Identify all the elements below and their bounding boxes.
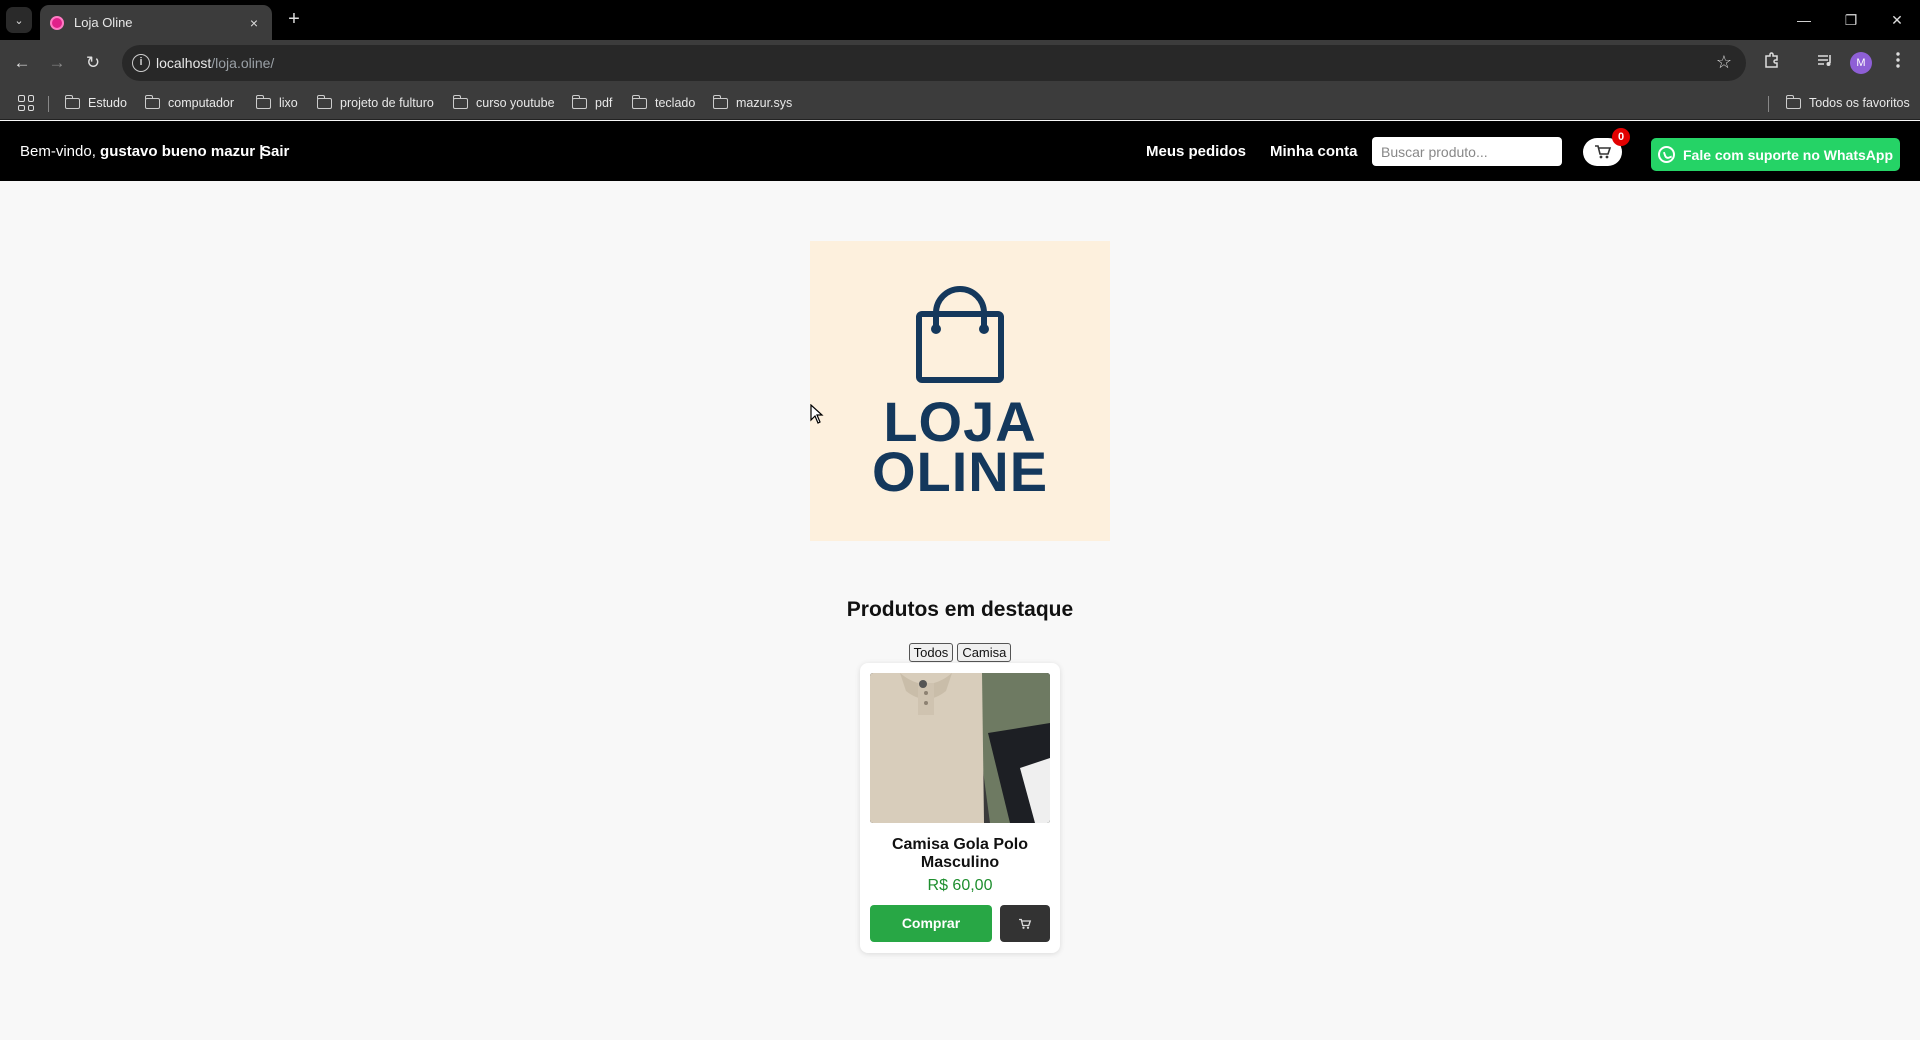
profile-avatar[interactable]: M xyxy=(1850,52,1872,74)
bookmark-folder[interactable]: Estudo xyxy=(64,94,127,112)
browser-tab[interactable]: Loja Oline × xyxy=(40,5,272,40)
tab-title: Loja Oline xyxy=(74,15,133,30)
folder-icon xyxy=(571,94,587,109)
all-bookmarks[interactable]: Todos os favoritos xyxy=(1785,94,1910,112)
store-logo: LOJA OLINE xyxy=(810,241,1110,541)
bookmark-folder[interactable]: pdf xyxy=(571,94,613,112)
close-icon[interactable]: × xyxy=(246,15,262,31)
cart-count-badge: 0 xyxy=(1612,128,1630,146)
bookmark-folder[interactable]: computador xyxy=(144,94,235,112)
extensions-icon[interactable] xyxy=(1760,51,1784,75)
welcome-prefix: Bem-vindo, xyxy=(20,143,96,160)
reload-button[interactable]: ↻ xyxy=(80,50,106,76)
product-image[interactable] xyxy=(870,673,1050,823)
bookmark-label: pdf xyxy=(595,96,613,110)
mouse-cursor-icon xyxy=(810,404,824,424)
whatsapp-support-button[interactable]: Fale com suporte no WhatsApp xyxy=(1651,138,1900,171)
folder-icon xyxy=(452,94,468,109)
search-input[interactable] xyxy=(1372,137,1562,166)
bookmark-label: Estudo xyxy=(88,96,127,110)
address-bar[interactable]: i localhost/loja.oline/ ☆ xyxy=(122,45,1746,81)
shopping-bag-icon xyxy=(916,286,1004,383)
folder-icon xyxy=(64,94,80,109)
menu-kebab-icon[interactable] xyxy=(1886,51,1910,75)
bookmark-folder[interactable]: curso youtube xyxy=(452,94,555,112)
all-bookmarks-label: Todos os favoritos xyxy=(1809,96,1910,110)
product-name[interactable]: Camisa Gola Polo Masculino xyxy=(870,836,1050,872)
category-filters: Todos Camisa xyxy=(760,643,1160,662)
bookmark-label: computador xyxy=(168,96,235,110)
forward-button[interactable]: → xyxy=(44,50,70,76)
url-path: /loja.oline/ xyxy=(211,55,275,71)
buy-button[interactable]: Comprar xyxy=(870,905,992,942)
favicon-icon xyxy=(50,15,64,30)
welcome-message: Bem-vindo, gustavo bueno mazur | xyxy=(20,143,263,160)
folder-icon xyxy=(1785,94,1801,109)
filter-shirt-button[interactable]: Camisa xyxy=(957,643,1012,662)
bookmark-star-icon[interactable]: ☆ xyxy=(1716,52,1732,73)
add-to-cart-button[interactable] xyxy=(1000,905,1050,942)
bookmark-label: curso youtube xyxy=(476,96,555,110)
folder-icon xyxy=(316,94,332,109)
user-name: gustavo bueno mazur | xyxy=(100,143,264,160)
bookmark-separator xyxy=(48,96,49,112)
cart-icon xyxy=(1019,918,1032,929)
product-card: Camisa Gola Polo Masculino R$ 60,00 Comp… xyxy=(860,663,1060,953)
new-tab-button[interactable]: + xyxy=(282,8,306,32)
folder-icon xyxy=(712,94,728,109)
filter-all-button[interactable]: Todos xyxy=(908,643,954,662)
bookmark-folder[interactable]: lixo xyxy=(255,94,298,112)
folder-icon xyxy=(255,94,271,109)
whatsapp-icon xyxy=(1657,146,1675,163)
bookmark-folder[interactable]: mazur.sys xyxy=(712,94,793,112)
bookmark-label: projeto de fulturo xyxy=(340,96,434,110)
chevron-down-icon: ⌄ xyxy=(14,14,24,27)
browser-toolbar: ← → ↻ i localhost/loja.oline/ ☆ M xyxy=(0,40,1920,86)
whatsapp-label: Fale com suporte no WhatsApp xyxy=(1682,146,1893,163)
bookmark-label: lixo xyxy=(279,96,298,110)
bookmark-separator xyxy=(1768,96,1769,112)
url-text[interactable]: localhost/loja.oline/ xyxy=(156,55,274,71)
folder-icon xyxy=(631,94,647,109)
bookmarks-bar: Estudo computador lixo projeto de fultur… xyxy=(0,86,1920,120)
url-host: localhost xyxy=(156,55,212,71)
tab-list-button[interactable]: ⌄ xyxy=(6,7,32,33)
logo-line-2: OLINE xyxy=(871,440,1049,503)
my-orders-link[interactable]: Meus pedidos xyxy=(1146,143,1246,160)
my-account-link[interactable]: Minha conta xyxy=(1270,143,1358,160)
minimize-button[interactable]: — xyxy=(1791,8,1817,32)
media-control-icon[interactable] xyxy=(1813,51,1837,75)
bookmark-label: teclado xyxy=(655,96,696,110)
site-info-icon[interactable]: i xyxy=(132,54,150,72)
apps-grid-icon[interactable] xyxy=(18,95,34,111)
cart-icon xyxy=(1594,145,1611,159)
product-price: R$ 60,00 xyxy=(927,877,993,894)
site-header: Bem-vindo, gustavo bueno mazur | Sair Me… xyxy=(0,121,1920,181)
folder-icon xyxy=(144,94,160,109)
browser-tabstrip: ⌄ Loja Oline × + — ❐ ✕ xyxy=(0,0,1920,40)
bookmark-folder[interactable]: teclado xyxy=(631,94,696,112)
logout-link[interactable]: Sair xyxy=(261,143,289,160)
restore-button[interactable]: ❐ xyxy=(1838,8,1864,32)
back-button[interactable]: ← xyxy=(9,50,35,76)
featured-title: Produtos em destaque xyxy=(846,598,1074,621)
bookmark-folder[interactable]: projeto de fulturo xyxy=(316,94,434,112)
bookmark-label: mazur.sys xyxy=(736,96,793,110)
close-window-button[interactable]: ✕ xyxy=(1884,8,1910,32)
